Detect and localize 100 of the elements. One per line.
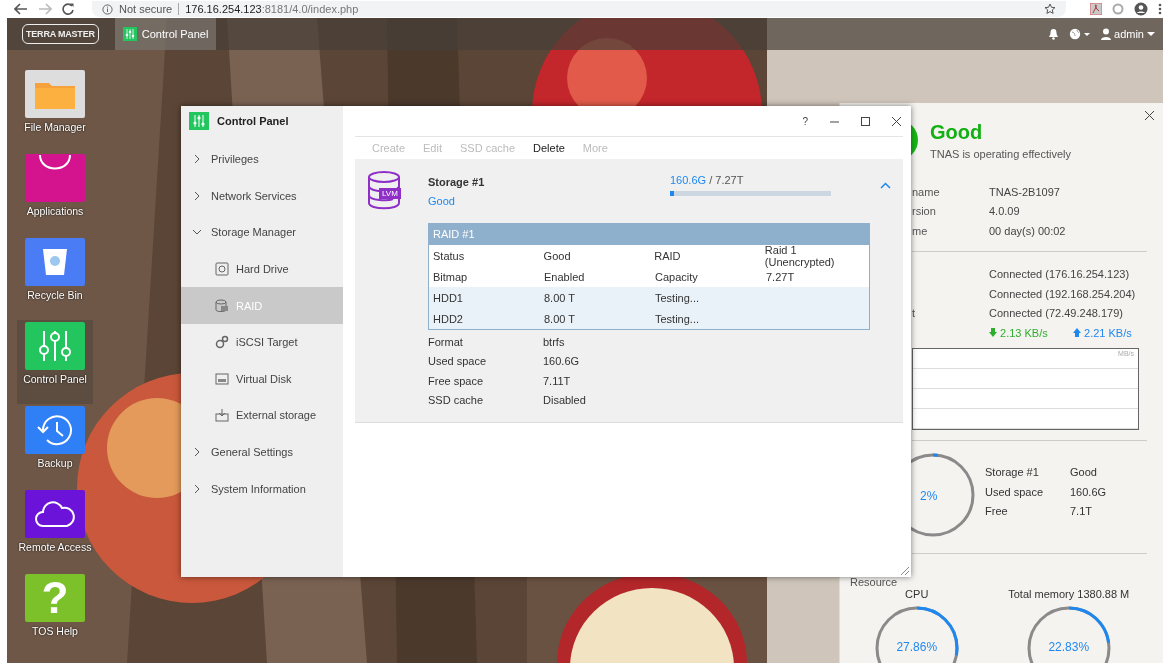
meter-value: 27.86%: [895, 639, 939, 654]
globe-caret-icon[interactable]: [1069, 28, 1092, 40]
shortcut-label: Remote Access: [17, 541, 93, 554]
bag-handle-icon: [38, 154, 72, 170]
close-icon[interactable]: [892, 116, 901, 126]
sidebar-subitem[interactable]: Hard Drive: [181, 250, 343, 288]
history-icon: [37, 413, 73, 447]
info-value: 00 day(s) 00:02: [989, 224, 1066, 237]
table-cell-text: HDD2: [433, 312, 464, 325]
storage-name: Storage #1: [428, 176, 486, 188]
shortcut-label: Control Panel: [22, 373, 88, 386]
download-speed: 2.13 KB/s: [989, 326, 1073, 339]
help-button[interactable]: ?: [802, 115, 808, 127]
recycle-bin-icon: [42, 248, 68, 276]
menu-icon[interactable]: [1158, 3, 1162, 15]
shortcut-label: TOS Help: [31, 625, 79, 638]
sidebar-subitem[interactable]: External storage: [181, 397, 343, 434]
shortcut-label: Applications: [25, 205, 85, 218]
table-cell-text: Good: [543, 249, 572, 262]
shortcut-label: File Manager: [23, 121, 87, 134]
sidebar-subitem[interactable]: Virtual Disk: [181, 360, 343, 398]
sidebar-item[interactable]: Storage Manager: [181, 214, 343, 251]
sliders-icon: [38, 330, 72, 362]
toolbar-button[interactable]: Delete: [524, 142, 574, 154]
sidebar-item[interactable]: Privileges: [181, 141, 343, 178]
desktop-shortcut[interactable]: ? TOS Help: [17, 572, 93, 656]
user-menu[interactable]: admin: [1101, 28, 1155, 40]
detail-value: 7.11T: [543, 374, 571, 387]
drive-icon: [215, 371, 229, 386]
url-text: 176.16.254.123:8181/4.0/index.php: [185, 3, 359, 15]
table-cell-text: Enabled: [544, 270, 586, 283]
detail-label: Free space: [428, 374, 485, 387]
back-icon[interactable]: [14, 3, 28, 15]
resize-grip-icon[interactable]: [901, 567, 909, 575]
table-cell: 7.27T: [766, 270, 795, 283]
detail-label: SSD cache: [428, 394, 485, 407]
close-icon[interactable]: [1145, 111, 1154, 120]
chevron-icon: [193, 228, 201, 237]
table-cell-text: HDD1: [433, 291, 464, 304]
storage-label: Storage #1: [985, 466, 1040, 479]
star-icon[interactable]: [1044, 3, 1056, 15]
sidebar-item[interactable]: General Settings: [181, 433, 343, 471]
chevron-icon: [193, 155, 201, 164]
table-header: RAID #1: [429, 224, 869, 245]
caret-icon: [1147, 31, 1155, 37]
table-cell-text: RAID: [654, 249, 682, 262]
info-label: rsion: [912, 205, 937, 218]
storage-status: Good: [428, 195, 456, 207]
desktop-shortcut[interactable]: Control Panel: [17, 320, 93, 404]
bell-icon[interactable]: [1048, 28, 1060, 40]
table-cell-text: 8.00 T: [544, 291, 576, 304]
storage-value: 160.6G: [1070, 485, 1107, 498]
detail-label: Format: [428, 335, 464, 348]
info-value: Connected (192.168.254.204): [989, 287, 1136, 300]
info-value: Connected (72.49.248.179): [989, 307, 1123, 320]
storage-value: Good: [1070, 466, 1097, 479]
detail-label: Used space: [428, 355, 488, 368]
usage-percent: 2%: [920, 488, 938, 503]
status-message: TNAS is operating effectively: [930, 147, 1072, 160]
sidebar-subitem[interactable]: iSCSI Target: [181, 323, 343, 361]
storage-label: Used space: [985, 485, 1045, 498]
drive-icon: [215, 298, 229, 313]
chevron-icon: [193, 484, 201, 493]
sidebar-item[interactable]: Network Services: [181, 177, 343, 215]
detail-value: Disabled: [543, 394, 586, 407]
drive-icon: [215, 262, 229, 277]
section-title: Resource: [850, 575, 899, 588]
gears-icon: [215, 335, 229, 350]
desktop-shortcut[interactable]: Applications: [17, 152, 93, 236]
maximize-icon[interactable]: [861, 116, 870, 126]
upload-speed: 2.21 KB/s: [1073, 326, 1132, 339]
desktop-shortcut[interactable]: Recycle Bin: [17, 236, 93, 320]
chevron-icon: [193, 448, 201, 457]
table-cell-text: Bitmap: [433, 270, 469, 283]
security-label: Not secure: [119, 3, 180, 15]
download-box-icon: [215, 408, 229, 423]
meter-label: Total memory 1380.88 M: [1008, 587, 1130, 600]
logo: TERRA MASTER: [22, 24, 99, 44]
download-arrow-icon: [989, 327, 997, 337]
desktop-shortcut[interactable]: Remote Access: [17, 488, 93, 572]
info-label: t: [912, 307, 916, 320]
address-bar[interactable]: Not secure 176.16.254.123:8181/4.0/index.php: [92, 1, 1066, 17]
window-title: Control Panel: [217, 114, 289, 127]
profile-icon[interactable]: [1134, 2, 1148, 16]
info-value: TNAS-2B1097: [989, 185, 1060, 198]
meter-value: 22.83%: [1047, 639, 1091, 654]
table-cell-text: 8.00 T: [544, 312, 576, 325]
shortcut-label: Recycle Bin: [26, 289, 84, 302]
user-icon: [1101, 28, 1112, 40]
taskbar-app[interactable]: Control Panel: [114, 18, 217, 50]
sliders-icon: [189, 111, 209, 130]
cloud-icon: [35, 501, 75, 527]
desktop-shortcut[interactable]: File Manager: [17, 68, 93, 152]
sidebar-item[interactable]: System Information: [181, 470, 343, 507]
table-cell-text: Capacity: [655, 270, 699, 283]
chevron-icon[interactable]: [880, 182, 891, 189]
reload-icon[interactable]: [62, 3, 74, 15]
desktop-shortcut[interactable]: Backup: [17, 404, 93, 488]
pdf-icon[interactable]: [1090, 3, 1102, 15]
usage-text: 160.6G / 7.27T: [670, 174, 744, 186]
